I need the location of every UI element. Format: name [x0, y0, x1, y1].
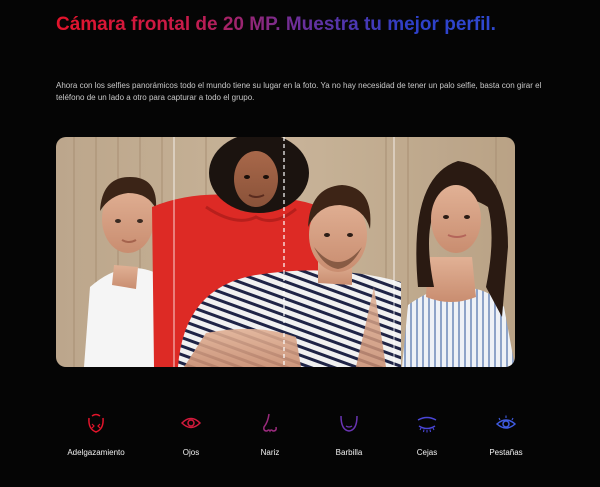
page-description: Ahora con los selfies panorámicos todo e…: [56, 81, 542, 102]
feature-eyelashes[interactable]: Pestañas: [456, 412, 556, 457]
face-slim-icon: [88, 413, 104, 433]
page-title: Cámara frontal de 20 MP. Muestra tu mejo…: [56, 14, 496, 35]
feature-label: Adelgazamiento: [67, 448, 125, 457]
beauty-features: Adelgazamiento Ojos Nariz Barbilla Cejas: [56, 412, 550, 472]
eyebrow-icon: [417, 416, 437, 433]
eyelash-icon: [495, 415, 517, 429]
panoramic-selfie-photo: [56, 137, 515, 367]
nose-icon: [263, 413, 277, 433]
feature-slimming[interactable]: Adelgazamiento: [46, 412, 146, 457]
eye-icon: [180, 417, 202, 429]
chin-icon: [340, 415, 358, 432]
feature-label: Pestañas: [489, 448, 523, 457]
